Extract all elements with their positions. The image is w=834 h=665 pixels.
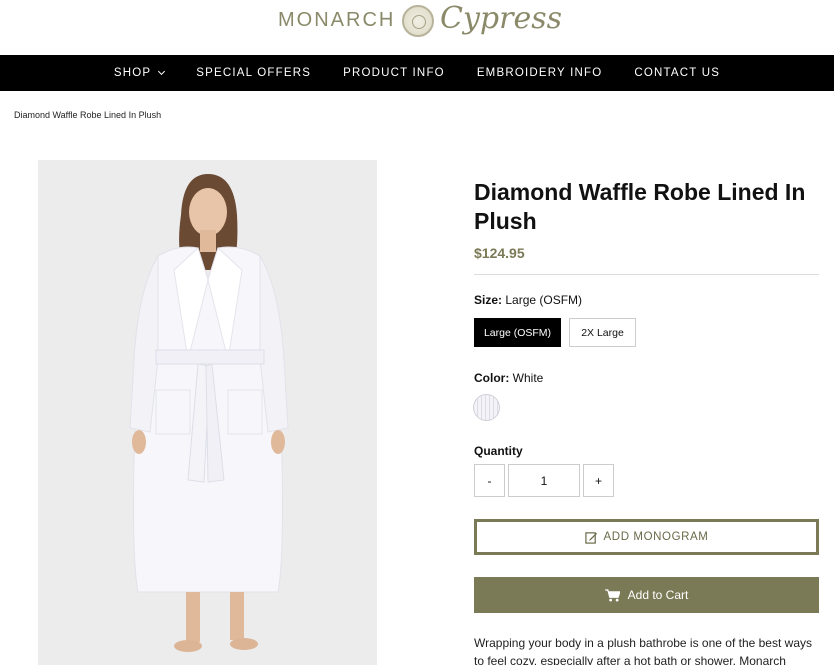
size-option-large[interactable]: Large (OSFM) — [474, 318, 561, 347]
size-label-value: Large (OSFM) — [505, 293, 583, 307]
size-option-2x-large[interactable]: 2X Large — [569, 318, 636, 347]
nav-item-label: SHOP — [113, 67, 152, 79]
add-to-cart-label: Add to Cart — [627, 588, 689, 602]
nav-item-product-info[interactable]: PRODUCT INFO — [343, 67, 445, 79]
breadcrumb: Diamond Waffle Robe Lined In Plush — [14, 110, 162, 120]
edit-icon — [584, 531, 597, 544]
size-label: Size: Large (OSFM) — [474, 293, 582, 307]
cart-icon — [604, 588, 620, 602]
divider — [474, 274, 819, 275]
color-swatch-white[interactable] — [473, 394, 500, 421]
chevron-down-icon — [158, 67, 166, 76]
quantity-decrement-button[interactable]: - — [474, 464, 505, 497]
quantity-label: Quantity — [474, 444, 523, 458]
nav-item-label: EMBROIDERY INFO — [476, 67, 603, 79]
product-price: $124.95 — [474, 245, 525, 261]
size-label-key: Size: — [474, 293, 503, 307]
nav-item-label: SPECIAL OFFERS — [196, 67, 312, 79]
add-to-cart-button[interactable]: Add to Cart — [474, 577, 819, 613]
brand-seal-logo[interactable] — [402, 5, 434, 37]
product-title: Diamond Waffle Robe Lined In Plush — [474, 179, 806, 234]
add-monogram-button[interactable]: ADD MONOGRAM — [474, 519, 819, 555]
nav-item-shop[interactable]: SHOP — [113, 67, 166, 79]
color-label: Color: White — [474, 371, 543, 385]
nav-item-label: CONTACT US — [634, 67, 721, 79]
color-label-value: White — [512, 371, 544, 385]
brand-wordmark[interactable]: MONARCH — [278, 9, 395, 32]
nav-item-embroidery-info[interactable]: EMBROIDERY INFO — [477, 67, 603, 79]
product-description: Wrapping your body in a plush bathrobe i… — [474, 636, 812, 665]
main-nav: SHOP SPECIAL OFFERS PRODUCT INFO EMBROID… — [0, 55, 834, 91]
nav-item-label: PRODUCT INFO — [343, 67, 445, 79]
product-image[interactable] — [38, 160, 377, 665]
color-label-key: Color: — [474, 371, 510, 385]
brand-script-logo[interactable]: Cypress — [440, 1, 562, 36]
quantity-input[interactable] — [508, 464, 580, 497]
header: MONARCH Cypress — [0, 0, 834, 55]
quantity-increment-button[interactable]: + — [583, 464, 614, 497]
robe-model-image — [38, 160, 377, 665]
nav-item-special-offers[interactable]: SPECIAL OFFERS — [196, 67, 311, 79]
add-monogram-label: ADD MONOGRAM — [603, 531, 709, 543]
nav-item-contact-us[interactable]: CONTACT US — [634, 67, 720, 79]
